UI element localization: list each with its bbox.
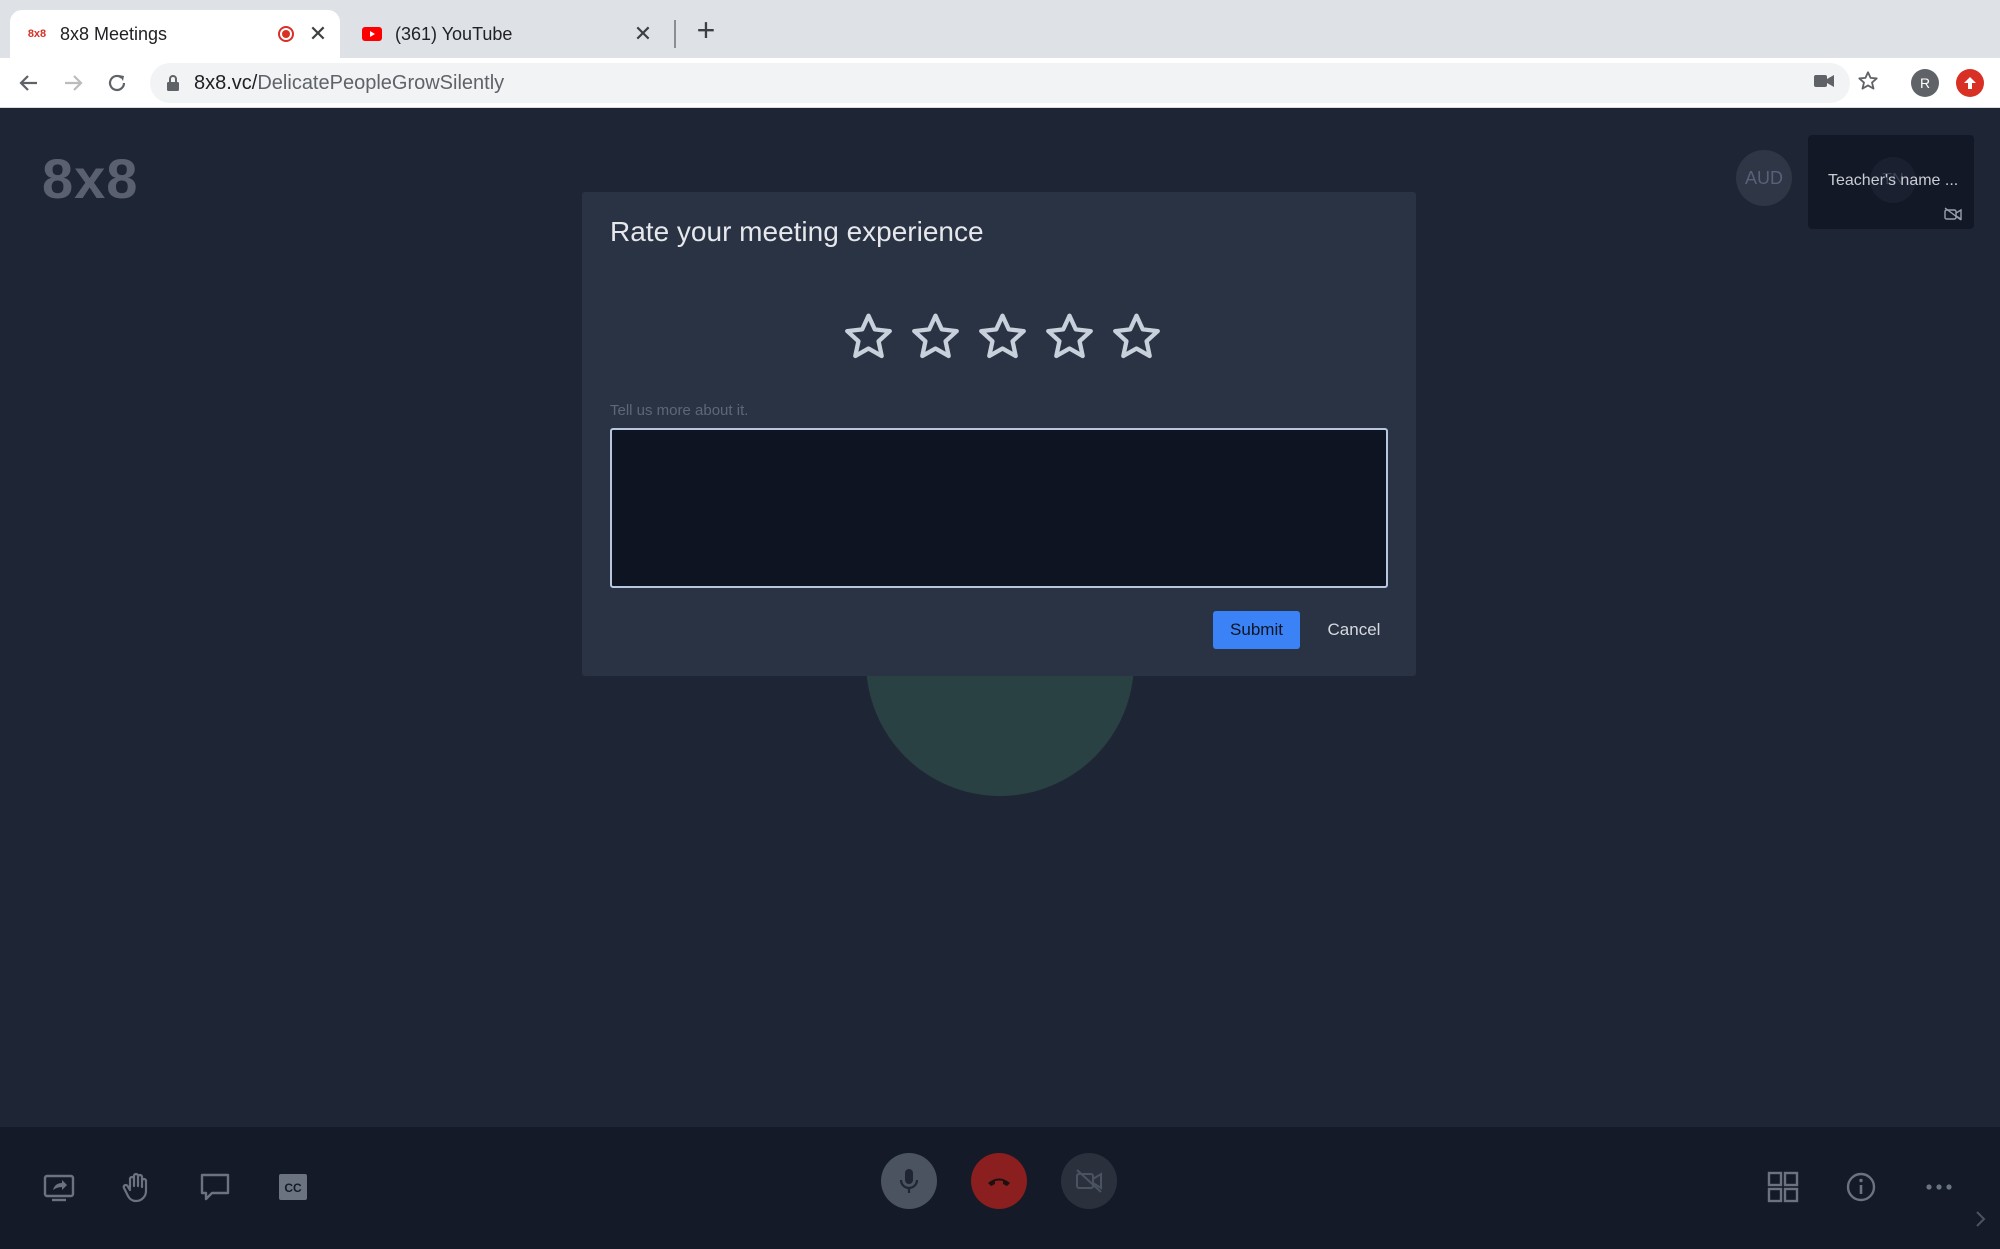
feedback-textarea[interactable]: [610, 428, 1388, 588]
camera-button[interactable]: [1061, 1153, 1117, 1209]
closed-captions-icon: CC: [279, 1174, 307, 1200]
more-options-button[interactable]: [1914, 1162, 1964, 1212]
chevron-right-icon[interactable]: [1970, 1209, 1990, 1229]
close-tab-icon[interactable]: ✕: [633, 23, 653, 45]
participant-thumbnail[interactable]: TN Teacher's name ...: [1808, 135, 1974, 229]
arrow-left-icon: [19, 75, 37, 91]
closed-captions-button[interactable]: CC: [268, 1162, 318, 1212]
submit-button[interactable]: Submit: [1213, 611, 1300, 649]
star-5-icon[interactable]: [1108, 310, 1165, 367]
url-host: 8x8.vc/: [194, 71, 258, 94]
microphone-icon: [899, 1169, 919, 1193]
url-text: 8x8.vc/DelicatePeopleGrowSilently: [194, 72, 504, 95]
star-rating: [840, 310, 1165, 367]
camera-permission-icon[interactable]: [1811, 68, 1837, 94]
info-button[interactable]: [1836, 1162, 1886, 1212]
camera-off-icon: [1944, 207, 1962, 221]
youtube-icon: [361, 26, 383, 42]
url-path: DelicatePeopleGrowSilently: [257, 71, 505, 94]
svg-text:CC: CC: [284, 1181, 302, 1195]
participant-name: Teacher's name ...: [1828, 172, 1959, 189]
back-button[interactable]: [14, 68, 44, 98]
microphone-button[interactable]: [881, 1153, 937, 1209]
dialog-title: Rate your meeting experience: [610, 216, 984, 247]
bookmark-star-icon[interactable]: [1855, 68, 1881, 94]
recording-indicator-icon: [278, 26, 294, 42]
update-icon[interactable]: [1956, 69, 1984, 97]
browser-tab-strip: 8x8 8x8 Meetings ✕ (361) YouTube ✕ +: [0, 0, 2000, 58]
tab-youtube[interactable]: (361) YouTube ✕: [345, 10, 665, 58]
profile-avatar[interactable]: R: [1911, 69, 1939, 97]
raise-hand-icon: [122, 1172, 148, 1203]
reload-button[interactable]: [102, 68, 132, 98]
tab-title: (361) YouTube: [395, 23, 513, 44]
browser-toolbar: 8x8.vc/DelicatePeopleGrowSilently R: [0, 58, 2000, 108]
tile-view-button[interactable]: [1758, 1162, 1808, 1212]
close-tab-icon[interactable]: ✕: [308, 23, 328, 45]
reload-icon: [108, 74, 126, 92]
star-4-icon[interactable]: [1041, 310, 1098, 367]
tab-separator: [674, 20, 676, 48]
chat-icon: [200, 1173, 230, 1201]
arrow-right-icon: [65, 75, 83, 91]
chat-button[interactable]: [190, 1162, 240, 1212]
forward-button[interactable]: [58, 68, 88, 98]
share-screen-button[interactable]: [34, 1162, 84, 1212]
camera-off-icon: [1076, 1169, 1102, 1193]
new-tab-button[interactable]: +: [692, 14, 720, 46]
hangup-icon: [988, 1178, 1010, 1186]
brand-logo: 8x8: [42, 147, 139, 210]
feedback-label: Tell us more about it.: [610, 402, 749, 419]
feedback-dialog: Rate your meeting experience Tell us mor…: [582, 192, 1416, 676]
tab-title: 8x8 Meetings: [60, 23, 168, 44]
more-icon: [1926, 1184, 1952, 1190]
8x8-favicon-icon: 8x8: [27, 28, 47, 40]
meeting-toolbar: CC: [0, 1127, 2000, 1249]
info-icon: [1846, 1172, 1876, 1202]
tab-8x8-meetings[interactable]: 8x8 8x8 Meetings ✕: [10, 10, 340, 58]
star-1-icon[interactable]: [840, 310, 897, 367]
cancel-button[interactable]: Cancel: [1312, 611, 1396, 649]
raise-hand-button[interactable]: [112, 1162, 162, 1212]
hangup-button[interactable]: [971, 1153, 1027, 1209]
tile-view-icon: [1767, 1171, 1799, 1203]
star-3-icon[interactable]: [974, 310, 1031, 367]
audience-avatar[interactable]: AUD: [1736, 150, 1792, 206]
address-bar[interactable]: 8x8.vc/DelicatePeopleGrowSilently: [150, 63, 1850, 103]
lock-icon: [167, 75, 179, 91]
star-2-icon[interactable]: [907, 310, 964, 367]
share-screen-icon: [43, 1174, 75, 1202]
